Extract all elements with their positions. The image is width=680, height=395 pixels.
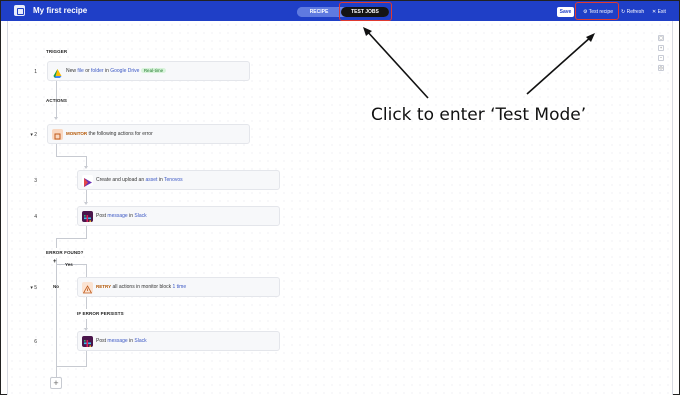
step4-pre: Post <box>96 213 108 219</box>
connector <box>86 297 87 309</box>
zoom-in-icon[interactable]: + <box>658 45 664 51</box>
retry-count-link[interactable]: 1 time <box>173 284 187 290</box>
step1-mid: or <box>83 68 92 74</box>
step-number: 4 <box>34 214 37 220</box>
connector <box>56 238 87 239</box>
step4-app-link[interactable]: Slack <box>134 213 146 219</box>
connector <box>56 144 57 156</box>
highlight-test-recipe <box>575 2 619 20</box>
reset-view-icon[interactable]: ◎ <box>658 65 664 71</box>
step3-asset-link[interactable]: asset <box>145 177 157 183</box>
connector <box>86 226 87 238</box>
step6-message-link[interactable]: message <box>107 338 127 344</box>
tab-recipe[interactable]: RECIPE <box>297 7 341 17</box>
step6-app-link[interactable]: Slack <box>134 338 146 344</box>
monitor-icon <box>52 129 63 140</box>
step-card-tenovos[interactable]: Create and upload an asset in Tenovos <box>77 170 280 190</box>
connector <box>86 264 87 278</box>
connector <box>56 366 57 377</box>
connector <box>56 238 57 248</box>
annotation-text: Click to enter ‘Test Mode’ <box>371 105 587 125</box>
step6-pre: Post <box>96 338 108 344</box>
exit-button[interactable]: ✕ Exit <box>652 7 666 17</box>
close-icon: ✕ <box>652 9 657 15</box>
step-number: 1 <box>34 69 37 75</box>
step-number: ▾ 5 <box>30 285 37 291</box>
realtime-badge: Real-time <box>140 68 167 73</box>
zoom-out-icon[interactable]: − <box>658 55 664 61</box>
step-number: 6 <box>34 339 37 345</box>
connector <box>56 366 87 367</box>
connector <box>86 351 87 366</box>
connector-arrow <box>84 166 88 169</box>
step2-text: the following actions for error <box>87 131 153 137</box>
step-card-trigger[interactable]: New file or folder in Google Drive Real-… <box>47 61 250 81</box>
highlight-test-jobs <box>339 2 392 21</box>
save-button[interactable]: Save <box>557 7 574 17</box>
error-found-heading: ERROR FOUND? <box>46 250 84 255</box>
collapse-icon[interactable]: ▾ <box>30 285 33 291</box>
connector <box>86 156 87 166</box>
actions-heading: ACTIONS <box>46 98 67 103</box>
step1-pre: New <box>66 68 78 74</box>
recipe-icon <box>14 5 25 16</box>
step1-app-link[interactable]: Google Drive <box>110 68 139 74</box>
fit-icon[interactable]: ▢ <box>658 35 664 41</box>
collapse-icon[interactable]: ▾ <box>30 132 33 138</box>
step-card-monitor[interactable]: MONITOR the following actions for error <box>47 124 250 144</box>
connector <box>56 258 57 366</box>
if-error-heading: IF ERROR PERSISTS <box>77 311 124 316</box>
retry-keyword: RETRY <box>96 284 112 289</box>
step5-text: all actions in monitor block <box>111 284 173 290</box>
refresh-button[interactable]: ↻ Refresh <box>621 7 644 17</box>
connector <box>56 156 87 157</box>
step-number: ▾ 2 <box>30 132 37 138</box>
recipe-title[interactable]: My first recipe <box>33 6 87 15</box>
refresh-label: Refresh <box>626 9 645 15</box>
step4-message-link[interactable]: message <box>107 213 127 219</box>
monitor-keyword: MONITOR <box>66 131 88 136</box>
step1-folder-link[interactable]: folder <box>91 68 104 74</box>
refresh-icon: ↻ <box>621 9 626 15</box>
no-label: No <box>53 284 59 289</box>
step-card-slack[interactable]: Post message in Slack <box>77 206 280 226</box>
slack-icon <box>82 336 93 347</box>
add-step-button[interactable]: + <box>50 377 62 389</box>
tenovos-icon <box>82 175 93 187</box>
step3-app-link[interactable]: Tenovos <box>164 177 183 183</box>
google-drive-icon <box>52 66 63 78</box>
warning-icon <box>82 282 93 294</box>
step-card-slack-2[interactable]: Post message in Slack <box>77 331 280 351</box>
connector <box>86 190 87 202</box>
step-card-retry[interactable]: RETRY all actions in monitor block 1 tim… <box>77 277 280 297</box>
yes-label: Yes <box>65 262 73 267</box>
connector-arrow <box>84 202 88 205</box>
step3-pre: Create and upload an <box>96 177 146 183</box>
exit-label: Exit <box>657 9 666 15</box>
connector-arrow <box>54 117 58 120</box>
step-number: 3 <box>34 178 37 184</box>
slack-icon <box>82 211 93 222</box>
trigger-heading: TRIGGER <box>46 49 68 54</box>
